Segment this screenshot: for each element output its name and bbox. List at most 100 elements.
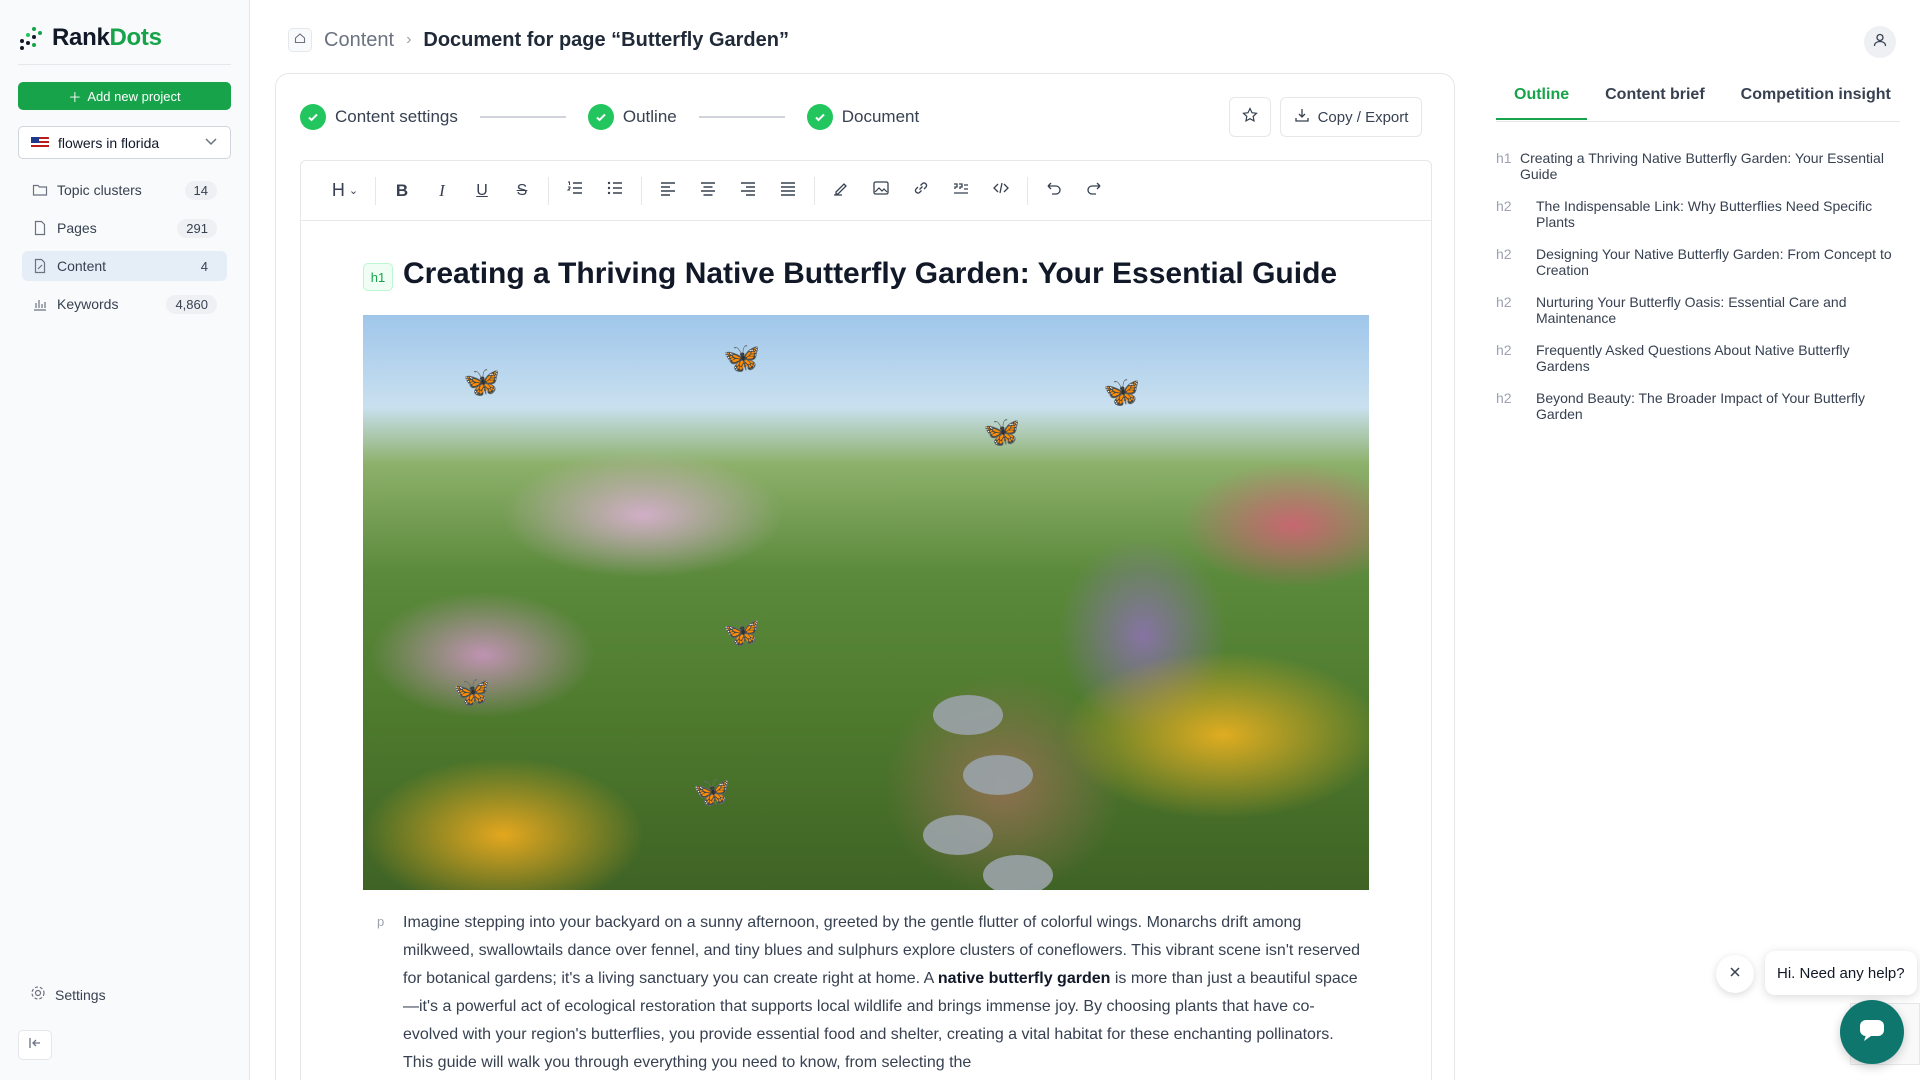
add-new-project-label: Add new project (87, 88, 181, 104)
home-icon (294, 31, 306, 49)
step-outline[interactable]: Outline (587, 104, 677, 130)
butterfly-icon: 🦋 (723, 616, 761, 649)
copy-export-button[interactable]: Copy / Export (1280, 97, 1422, 137)
outline-list: h1 Creating a Thriving Native Butterfly … (1496, 150, 1900, 438)
step-label: Document (841, 107, 920, 126)
outline-item[interactable]: h1 Creating a Thriving Native Butterfly … (1496, 150, 1900, 182)
project-select[interactable]: flowers in florida (18, 126, 231, 159)
home-button[interactable] (288, 28, 312, 52)
toolbar-divider (814, 176, 815, 205)
chat-greeting-text: Hi. Need any help? (1777, 964, 1905, 982)
undo-button[interactable] (1034, 173, 1074, 209)
outline-item[interactable]: h2 Nurturing Your Butterfly Oasis: Essen… (1496, 294, 1900, 326)
italic-button[interactable]: I (422, 173, 462, 209)
document-card: Content settings Outline Document Copy /… (275, 73, 1455, 1080)
redo-icon (1085, 179, 1103, 202)
butterfly-garden-image[interactable]: 🦋 🦋 🦋 🦋 🦋 🦋 🦋 (363, 315, 1369, 890)
outline-text: Beyond Beauty: The Broader Impact of You… (1536, 390, 1865, 422)
step-content-settings[interactable]: Content settings (300, 104, 458, 130)
document-heading[interactable]: Creating a Thriving Native Butterfly Gar… (403, 257, 1337, 291)
align-justify-button[interactable] (768, 173, 808, 209)
bullet-list-button[interactable] (595, 173, 635, 209)
toolbar-divider (548, 176, 549, 205)
image-icon (872, 179, 890, 202)
blockquote-button[interactable] (941, 173, 981, 209)
outline-tag: h2 (1496, 294, 1512, 310)
folder-icon (32, 182, 48, 198)
italic-icon: I (439, 180, 445, 200)
close-icon (1729, 965, 1741, 983)
h1-tag-badge: h1 (363, 263, 393, 291)
right-panel-tabs: Outline Content brief Competition insigh… (1496, 82, 1909, 120)
chat-greeting-bubble[interactable]: Hi. Need any help? (1765, 951, 1917, 995)
highlighter-icon (832, 179, 850, 202)
step-connector (698, 116, 785, 118)
document-body[interactable]: h1 Creating a Thriving Native Butterfly … (301, 221, 1431, 1080)
outline-item[interactable]: h2 Beyond Beauty: The Broader Impact of … (1496, 390, 1900, 422)
sidebar-item-count: 4 (200, 258, 208, 274)
ordered-list-icon (566, 179, 584, 202)
outline-item[interactable]: h2 The Indispensable Link: Why Butterfli… (1496, 198, 1900, 230)
heading-dropdown[interactable]: H ⌄ (321, 173, 369, 209)
outline-tag: h2 (1496, 390, 1512, 406)
underline-icon: U (476, 181, 488, 199)
align-justify-icon (779, 179, 797, 202)
insert-image-button[interactable] (861, 173, 901, 209)
edit-document-icon (32, 258, 48, 274)
align-right-button[interactable] (728, 173, 768, 209)
align-left-button[interactable] (648, 173, 688, 209)
chevron-down-icon: ⌄ (348, 185, 359, 197)
breadcrumb: Content › Document for page “Butterfly G… (288, 28, 789, 52)
highlight-button[interactable] (821, 173, 861, 209)
tab-competition-insight[interactable]: Competition insight (1723, 82, 1909, 120)
bold-button[interactable]: B (382, 173, 422, 209)
sidebar-item-topic-clusters[interactable]: Topic clusters 14 (22, 175, 227, 205)
outline-tag: h1 (1496, 150, 1512, 166)
favorite-button[interactable] (1229, 97, 1271, 137)
redo-button[interactable] (1074, 173, 1114, 209)
insert-link-button[interactable] (901, 173, 941, 209)
add-new-project-button[interactable]: ＋ Add new project (18, 82, 231, 110)
underline-button[interactable]: U (462, 173, 502, 209)
sidebar-item-count: 14 (184, 180, 217, 200)
code-button[interactable] (981, 173, 1021, 209)
progress-steps: Content settings Outline Document (300, 104, 919, 130)
stepping-stone (933, 695, 1003, 735)
settings-link[interactable]: Settings (30, 985, 106, 1004)
outline-text: Creating a Thriving Native Butterfly Gar… (1520, 150, 1884, 182)
tab-content-brief[interactable]: Content brief (1587, 82, 1723, 120)
ordered-list-button[interactable] (555, 173, 595, 209)
strikethrough-button[interactable]: S (502, 173, 542, 209)
stepping-stone (983, 855, 1053, 890)
outline-text: Designing Your Native Butterfly Garden: … (1536, 246, 1892, 278)
step-label: Outline (622, 107, 677, 126)
outline-item[interactable]: h2 Frequently Asked Questions About Nati… (1496, 342, 1900, 374)
intro-paragraph[interactable]: Imagine stepping into your backyard on a… (403, 909, 1363, 1077)
paragraph-bold-text: native butterfly garden (937, 970, 1111, 987)
user-menu-button[interactable] (1864, 26, 1896, 58)
star-icon (1242, 106, 1258, 128)
chat-close-button[interactable] (1716, 955, 1754, 993)
editor-toolbar: H ⌄ B I U S (301, 161, 1431, 221)
chat-launcher-button[interactable] (1840, 1000, 1904, 1064)
bold-icon: B (395, 180, 409, 200)
user-icon (1872, 32, 1888, 53)
bar-chart-icon (32, 296, 48, 312)
sidebar-item-count: 291 (177, 218, 217, 238)
outline-item[interactable]: h2 Designing Your Native Butterfly Garde… (1496, 246, 1900, 278)
sidebar-item-content[interactable]: Content 4 (22, 251, 227, 281)
collapse-sidebar-button[interactable] (18, 1030, 52, 1060)
sidebar-item-pages[interactable]: Pages 291 (22, 213, 227, 243)
logo[interactable]: RankDots (18, 24, 162, 52)
sidebar-item-label: Content (57, 258, 107, 274)
toolbar-divider (1027, 176, 1028, 205)
document-icon (32, 220, 48, 236)
gear-icon (30, 985, 46, 1004)
tab-outline[interactable]: Outline (1496, 82, 1588, 120)
align-right-icon (739, 179, 757, 202)
logo-icon (18, 25, 44, 51)
sidebar-item-keywords[interactable]: Keywords 4,860 (22, 289, 227, 319)
step-document[interactable]: Document (806, 104, 920, 130)
align-center-button[interactable] (688, 173, 728, 209)
breadcrumb-content-link[interactable]: Content (324, 29, 394, 52)
